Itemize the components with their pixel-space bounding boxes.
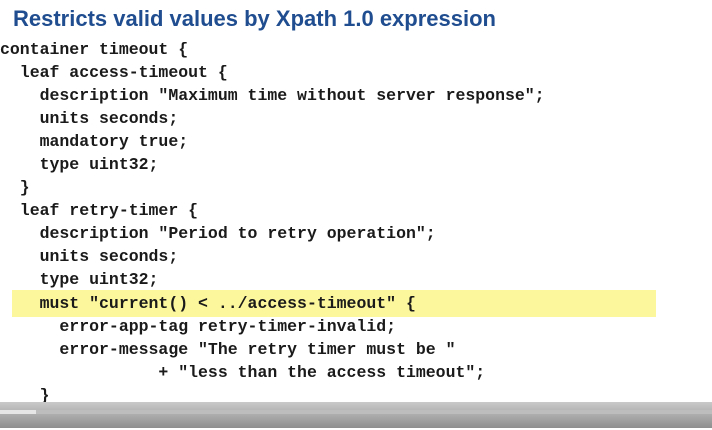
code-line: units seconds; (0, 109, 179, 128)
progress-track[interactable] (0, 410, 712, 414)
highlighted-code-line: must "current() < ../access-timeout" { (0, 294, 416, 313)
code-line: type uint32; (0, 155, 159, 174)
video-player-bar[interactable] (0, 402, 712, 428)
code-line: leaf access-timeout { (0, 63, 228, 82)
slide-title: Restricts valid values by Xpath 1.0 expr… (13, 6, 496, 31)
code-line: type uint32; (0, 270, 159, 289)
progress-fill (0, 410, 36, 414)
code-line: container timeout { (0, 40, 189, 59)
code-line: + "less than the access timeout"; (0, 363, 486, 382)
slide: Restricts valid values by Xpath 1.0 expr… (0, 0, 712, 428)
code-line: units seconds; (0, 247, 179, 266)
code-block: container timeout { leaf access-timeout … (0, 38, 712, 428)
code-line: leaf retry-timer { (0, 201, 199, 220)
code-line: description "Period to retry operation"; (0, 224, 436, 243)
code-line: } (0, 178, 30, 197)
code-line: error-app-tag retry-timer-invalid; (0, 317, 397, 336)
code-line: description "Maximum time without server… (0, 86, 545, 105)
code-line: mandatory true; (0, 132, 189, 151)
code-line: error-message "The retry timer must be " (0, 340, 456, 359)
